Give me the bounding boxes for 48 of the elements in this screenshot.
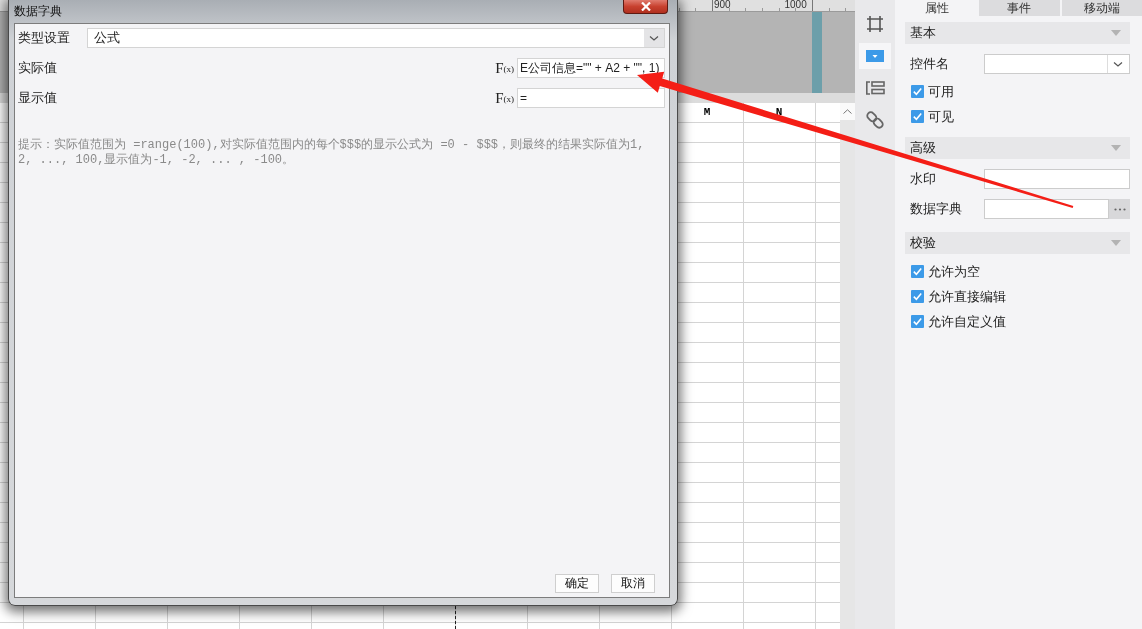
tab[interactable]: 移动端 <box>1061 0 1142 16</box>
more-button[interactable] <box>1109 199 1130 219</box>
more-icon <box>1113 207 1126 211</box>
section-header[interactable]: 基本 <box>905 22 1130 44</box>
section-title: 基本 <box>910 24 936 42</box>
type-dropdown[interactable]: 公式 <box>87 28 665 48</box>
scroll-up-button[interactable] <box>840 103 855 120</box>
section-header[interactable]: 校验 <box>905 232 1130 254</box>
field-label: 控件名 <box>909 55 950 73</box>
text-field[interactable] <box>984 199 1109 219</box>
window-title: 数据字典 <box>14 3 62 20</box>
formula-field[interactable]: = <box>517 88 665 108</box>
section-title: 高级 <box>910 139 936 157</box>
tab[interactable]: 事件 <box>979 0 1060 16</box>
field-label: 数据字典 <box>909 200 963 218</box>
confirm-button[interactable]: 确定 <box>555 574 599 593</box>
checkbox-label: 可见 <box>928 107 954 126</box>
checkbox[interactable] <box>911 85 924 98</box>
field-label: 实际值 <box>18 59 58 77</box>
caret-up-icon <box>843 109 852 114</box>
checkbox[interactable] <box>911 290 924 303</box>
cancel-button[interactable]: 取消 <box>611 574 655 593</box>
section-header[interactable]: 高级 <box>905 137 1130 159</box>
close-icon <box>640 2 651 11</box>
tool-button[interactable] <box>859 43 891 69</box>
checkbox[interactable] <box>911 110 924 123</box>
chevron-icon <box>644 29 664 47</box>
field-label: 显示值 <box>18 89 58 107</box>
checkbox[interactable] <box>911 265 924 278</box>
checkbox-label: 允许直接编辑 <box>928 287 1006 306</box>
ruler-label: 900 <box>714 0 732 11</box>
checkbox-label: 可用 <box>928 82 954 101</box>
combo-box[interactable] <box>984 54 1130 74</box>
checkbox-label: 允许为空 <box>928 262 980 281</box>
hint-text: 提示：实际值范围为 =range(100),对实际值范围内的每个$$$的显示公式为 =0 - $$$，则最终的结果实际值为1, 2, ..., 100,显示值为-1, -2, ... , -100。 <box>18 138 646 168</box>
field-label: 类型设置 <box>18 29 71 47</box>
frame-icon <box>866 15 884 33</box>
section-title: 校验 <box>910 234 936 252</box>
link-icon <box>866 111 884 129</box>
checkbox[interactable] <box>911 315 924 328</box>
dropdown-icon <box>866 50 884 62</box>
ruler-label: 1000 <box>784 0 808 11</box>
close-button[interactable] <box>623 0 668 14</box>
checkbox-label: 允许自定义值 <box>928 312 1006 331</box>
column-header[interactable]: N <box>743 103 815 122</box>
field-label: 水印 <box>909 170 937 188</box>
form-icon <box>865 81 885 95</box>
text-field[interactable] <box>984 169 1130 189</box>
